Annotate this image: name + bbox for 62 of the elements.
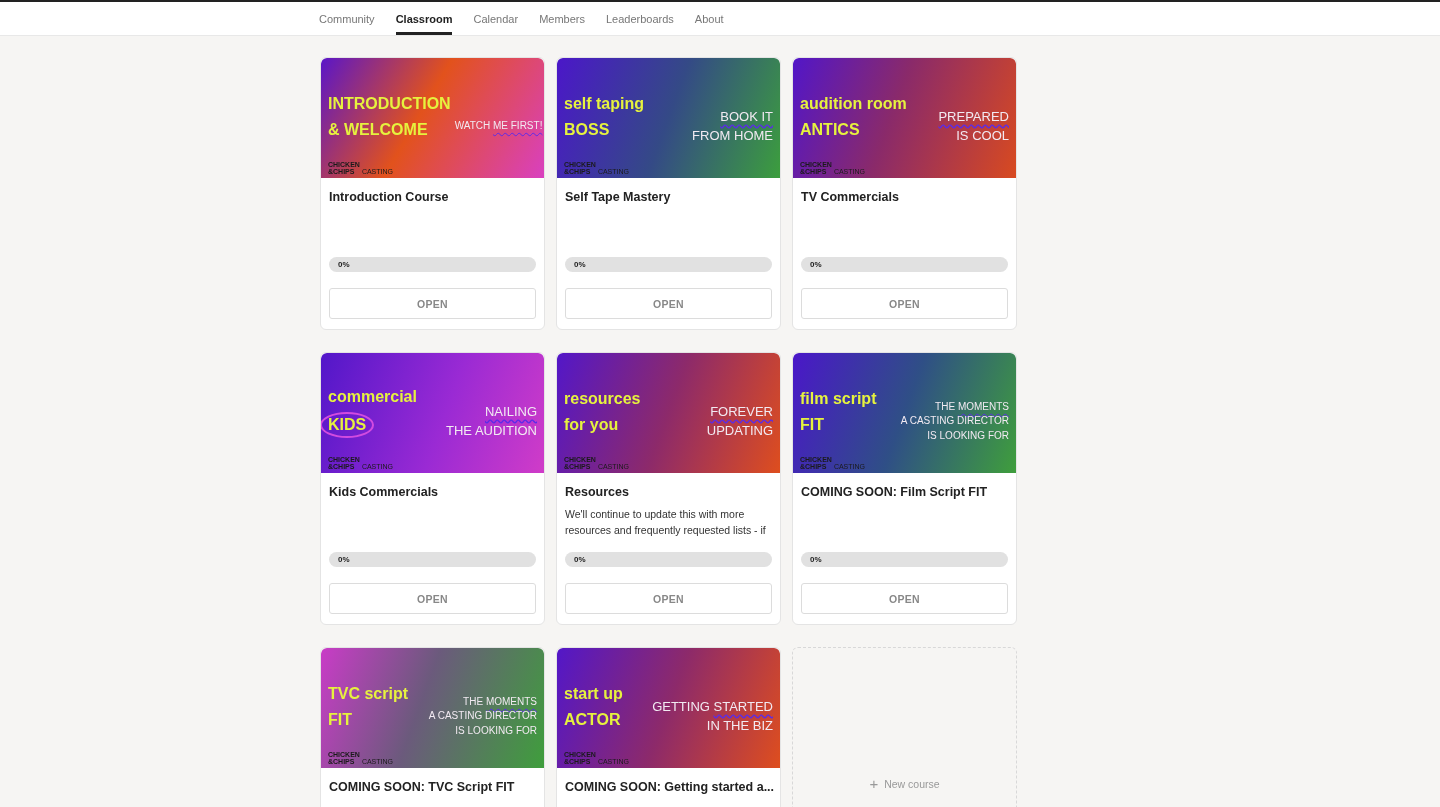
nav-tab[interactable]: Classroom (395, 2, 453, 35)
plus-icon: + (869, 778, 879, 789)
cover-tagline: PREPARED (938, 107, 1009, 126)
open-button[interactable]: OPEN (329, 288, 536, 319)
course-title: Self Tape Mastery (565, 190, 672, 204)
cover-headline: film script (800, 388, 877, 409)
cover-headline: BOSS (564, 119, 610, 140)
course-title: Kids Commercials (329, 485, 440, 499)
nav-tab[interactable]: Community (319, 2, 375, 35)
cover-headline: FIT (328, 709, 352, 730)
cover-headline: KIDS (321, 411, 375, 438)
cover-headline: self taping (564, 93, 644, 114)
cover-headline: for you (564, 414, 619, 435)
course-description: We'll continue to update this with more resources and frequently requested lists - if (565, 507, 767, 538)
open-button[interactable]: OPEN (565, 288, 772, 319)
course-title: COMING SOON: Film Script FIT (801, 485, 989, 499)
cover-headline: TVC script (328, 683, 408, 704)
cover-tagline: IS LOOKING FOR (455, 723, 537, 738)
cover-tagline: WATCH ME FIRST! (454, 119, 543, 134)
progress-label: 0% (338, 555, 350, 564)
progress-label: 0% (810, 555, 822, 564)
cover-headline: start up (564, 683, 623, 704)
cover-headline: ACTOR (564, 709, 621, 730)
cover-tagline: NAILING (485, 402, 537, 421)
cover-tagline: IS COOL (956, 126, 1009, 145)
cover-headline: ANTICS (800, 119, 860, 140)
nav-tab[interactable]: Leaderboards (605, 2, 674, 35)
open-button[interactable]: OPEN (329, 583, 536, 614)
progress-label: 0% (574, 555, 586, 564)
progress-label: 0% (338, 260, 350, 269)
cover-tagline: GETTING STARTED (652, 697, 773, 716)
cover-tagline: IN THE BIZ (706, 716, 773, 735)
course-title: COMING SOON: Getting started a... (565, 780, 772, 794)
nav-tab[interactable]: Members (539, 2, 585, 35)
cover-headline: commercial (328, 386, 417, 407)
progress-label: 0% (810, 260, 822, 269)
course-title: TV Commercials (801, 190, 900, 204)
cover-tagline: FOREVER (710, 402, 773, 421)
cover-headline: INTRODUCTION (328, 93, 451, 114)
cover-tagline: A CASTING DIRECTOR (428, 709, 537, 724)
course-title: Introduction Course (329, 190, 450, 204)
nav-tab[interactable]: Calendar (473, 2, 519, 35)
cover-tagline: THE MOMENTS (935, 399, 1009, 414)
open-button[interactable]: OPEN (801, 288, 1008, 319)
new-course-button[interactable]: + New course (792, 647, 1017, 807)
cover-tagline: A CASTING DIRECTOR (900, 414, 1009, 429)
open-button[interactable]: OPEN (801, 583, 1008, 614)
cover-tagline: FROM HOME (692, 126, 773, 145)
cover-tagline: THE AUDITION (446, 421, 537, 440)
cover-tagline: UPDATING (706, 421, 773, 440)
cover-headline: audition room (800, 93, 907, 114)
course-title: Resources (565, 485, 630, 499)
cover-tagline: IS LOOKING FOR (927, 428, 1009, 443)
cover-tagline: BOOK IT (720, 107, 773, 126)
progress-label: 0% (574, 260, 586, 269)
cover-tagline: THE MOMENTS (463, 694, 537, 709)
cover-headline: & WELCOME (328, 119, 428, 140)
cover-headline: resources (564, 388, 641, 409)
nav-tab[interactable]: About (694, 2, 724, 35)
course-title: COMING SOON: TVC Script FIT (329, 780, 516, 794)
open-button[interactable]: OPEN (565, 583, 772, 614)
cover-headline: FIT (800, 414, 824, 435)
